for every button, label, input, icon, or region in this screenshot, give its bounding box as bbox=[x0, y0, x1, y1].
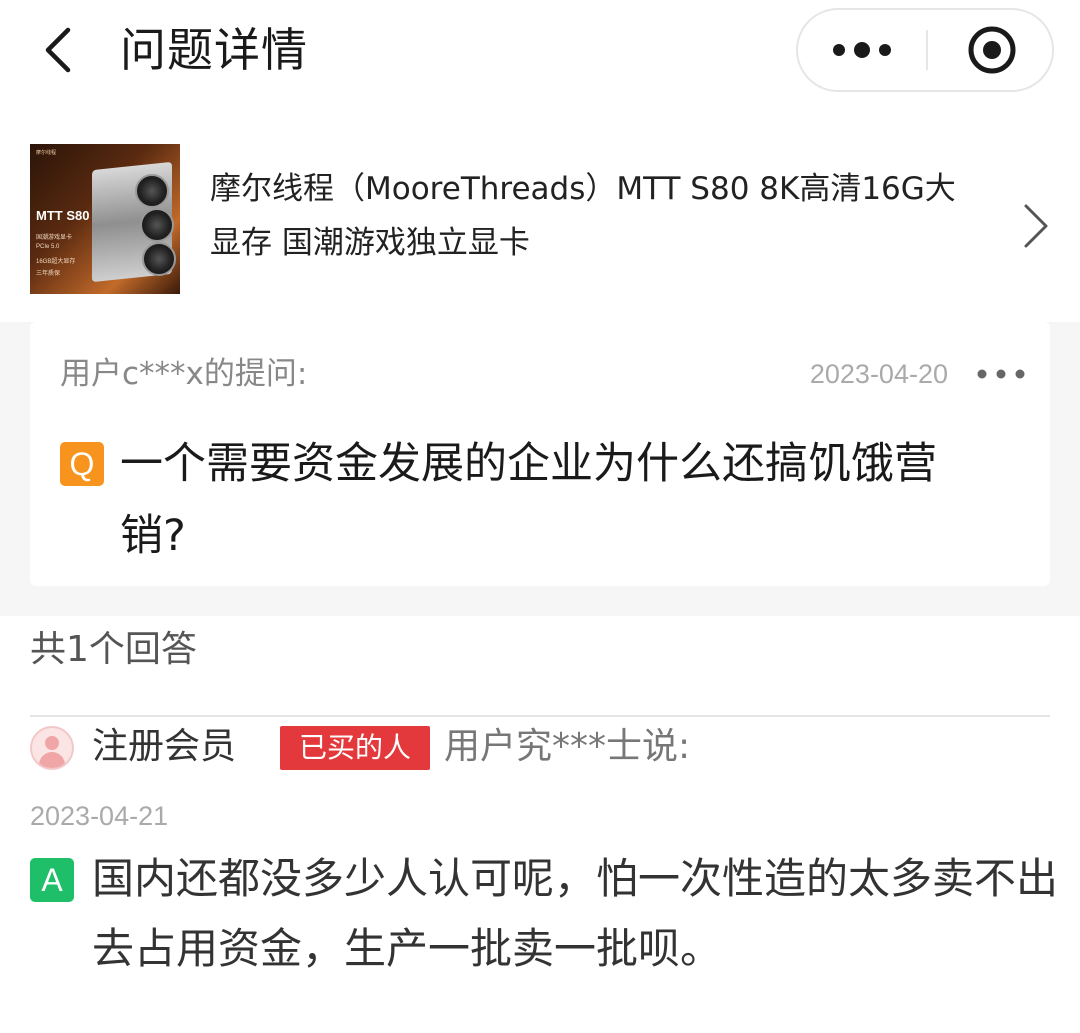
fan-icon bbox=[135, 174, 169, 208]
fan-icon bbox=[140, 208, 174, 242]
chevron-left-icon bbox=[45, 27, 71, 73]
header-bar: 问题详情 bbox=[0, 0, 1080, 104]
product-thumbnail: 摩尔线程 MTT S80 国潮游戏显卡 PCIe 5.0 16GB超大显存 三年… bbox=[30, 144, 180, 294]
thumbnail-title: MTT S80 bbox=[36, 208, 90, 223]
thumbnail-line: 16GB超大显存 bbox=[36, 259, 76, 265]
buyer-badge: 已买的人 bbox=[280, 726, 430, 770]
target-close-icon bbox=[968, 26, 1016, 74]
more-button[interactable] bbox=[798, 10, 926, 90]
user-icon-body bbox=[39, 752, 65, 768]
more-dots-icon bbox=[833, 42, 891, 58]
avatar bbox=[30, 726, 74, 770]
question-date: 2023-04-20 bbox=[809, 359, 948, 389]
user-icon bbox=[45, 736, 59, 750]
product-name: 摩尔线程（MooreThreads）MTT S80 8K高清16G大显存 国潮游… bbox=[210, 171, 956, 261]
question-section: 用户c***x的提问: 2023-04-20 Q 一个需要资金发展的企业为什么还… bbox=[0, 312, 1080, 616]
question-text: 一个需要资金发展的企业为什么还搞饥饿营销? bbox=[120, 439, 937, 561]
answer-count: 共1个回答 bbox=[30, 629, 197, 670]
page-title: 问题详情 bbox=[120, 23, 308, 77]
answer-author: 用户究***士说: bbox=[444, 726, 691, 767]
member-level: 注册会员 bbox=[92, 726, 237, 767]
mini-program-capsule bbox=[796, 8, 1054, 92]
thumbnail-brand: 摩尔线程 bbox=[36, 150, 57, 156]
fan-icon bbox=[142, 242, 176, 276]
chevron-right-icon bbox=[1024, 204, 1048, 248]
product-card[interactable]: 摩尔线程 MTT S80 国潮游戏显卡 PCIe 5.0 16GB超大显存 三年… bbox=[0, 104, 1080, 322]
thumbnail-line: 三年质保 bbox=[36, 271, 61, 277]
more-dots-icon bbox=[977, 369, 1025, 379]
back-button[interactable] bbox=[30, 18, 90, 82]
answer-date: 2023-04-21 bbox=[30, 801, 169, 831]
question-card: 用户c***x的提问: 2023-04-20 Q 一个需要资金发展的企业为什么还… bbox=[30, 312, 1050, 586]
close-button[interactable] bbox=[928, 10, 1054, 90]
question-asker: 用户c***x的提问: bbox=[60, 356, 308, 392]
question-badge: Q bbox=[60, 442, 104, 486]
thumbnail-line: PCIe 5.0 bbox=[36, 244, 60, 250]
answer-text: 国内还都没多少人认可呢，怕一次性造的太多卖不出去占用资金，生产一批卖一批呗。 bbox=[92, 854, 1059, 973]
divider bbox=[30, 715, 1050, 717]
thumbnail-line: 国潮游戏显卡 bbox=[36, 235, 73, 241]
answer-badge: A bbox=[30, 858, 74, 902]
question-more-button[interactable] bbox=[972, 352, 1030, 396]
